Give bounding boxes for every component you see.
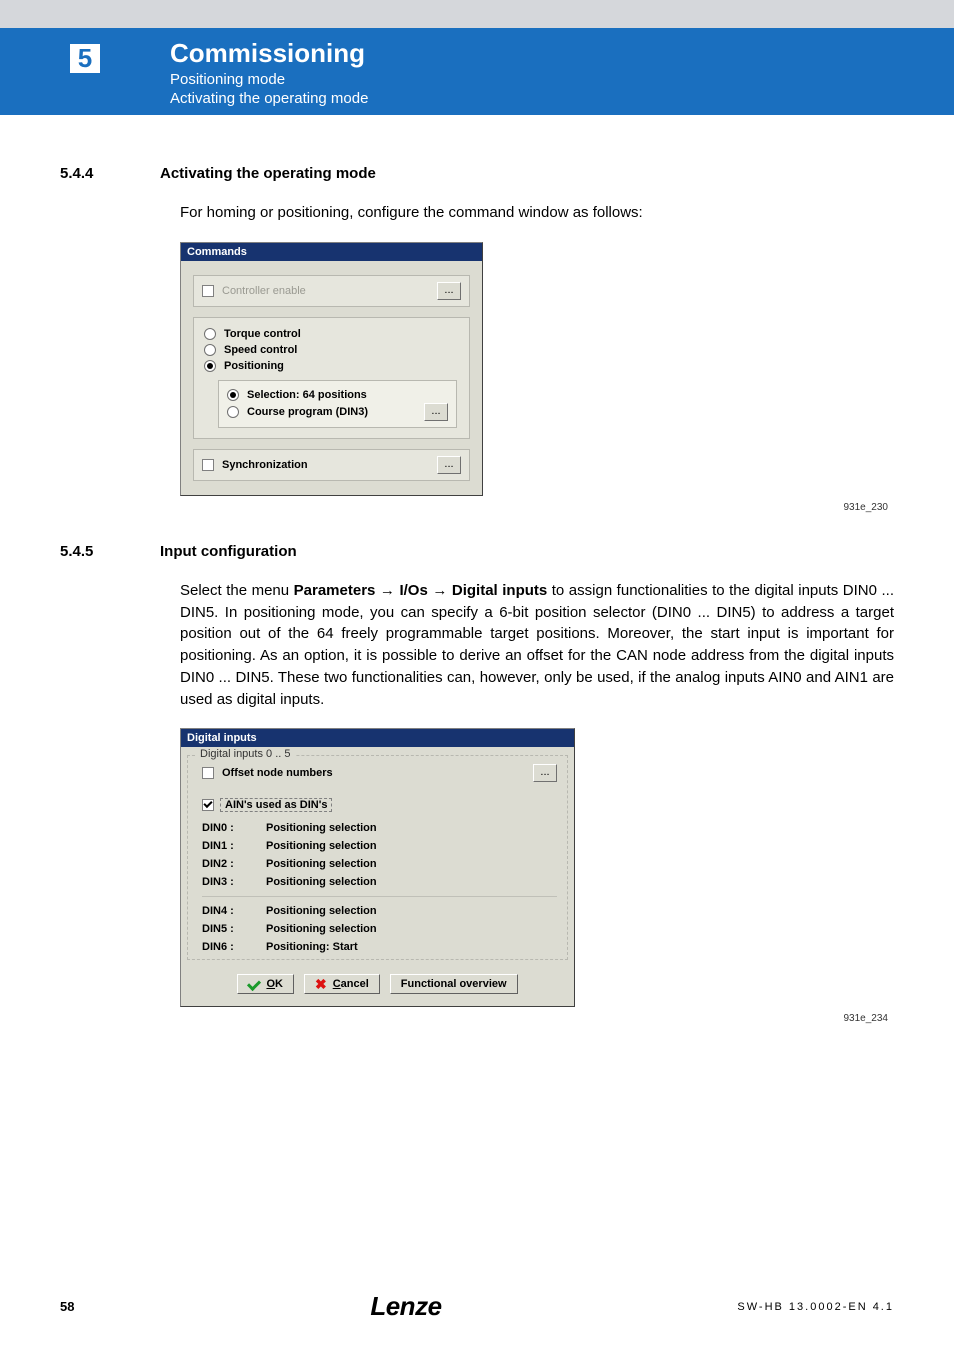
controller-enable-label: Controller enable	[222, 285, 437, 297]
digital-inputs-window: Digital inputs Digital inputs 0 .. 5 Off…	[180, 728, 575, 1007]
din-key: DIN0 :	[202, 822, 258, 834]
din-value: Positioning selection	[266, 876, 557, 888]
din-value: Positioning selection	[266, 923, 557, 935]
offset-checkbox[interactable]	[202, 767, 214, 779]
offset-label: Offset node numbers	[222, 767, 333, 779]
dialog-button-bar: OK ✖Cancel Functional overview	[181, 964, 574, 1006]
mode-option-group: Torque control Speed control Positioning…	[193, 317, 470, 439]
ain-checkbox[interactable]	[202, 799, 214, 811]
chapter-subtitle-1: Positioning mode	[170, 71, 368, 88]
controller-enable-more-button[interactable]: ...	[437, 282, 461, 300]
section-heading-2: 5.4.5 Input configuration	[60, 543, 894, 560]
positioning-radio[interactable]	[204, 360, 216, 372]
section-heading: 5.4.4 Activating the operating mode	[60, 165, 894, 182]
din-key: DIN6 :	[202, 941, 258, 953]
cancel-button[interactable]: ✖Cancel	[304, 974, 380, 994]
chapter-header: 5 Commissioning Positioning mode Activat…	[0, 28, 954, 115]
section-title-2: Input configuration	[160, 543, 297, 560]
positioning-sub-options: Selection: 64 positions Course program (…	[218, 380, 457, 428]
digital-inputs-titlebar: Digital inputs	[181, 729, 574, 747]
functional-overview-button[interactable]: Functional overview	[390, 974, 518, 994]
ain-label: AIN's used as DIN's	[220, 798, 332, 812]
controller-enable-row: Controller enable ...	[193, 275, 470, 307]
course-label: Course program (DIN3)	[247, 406, 368, 418]
din-key: DIN3 :	[202, 876, 258, 888]
positioning-label: Positioning	[224, 360, 284, 372]
page-footer: 58 Lenze SW-HB 13.0002-EN 4.1	[0, 1291, 954, 1322]
din-value: Positioning selection	[266, 840, 557, 852]
fieldset-label: Digital inputs 0 .. 5	[196, 748, 295, 760]
din-key: DIN5 :	[202, 923, 258, 935]
din-value: Positioning selection	[266, 822, 557, 834]
chapter-number-badge: 5	[68, 42, 102, 75]
din-key: DIN1 :	[202, 840, 258, 852]
din-value: Positioning selection	[266, 905, 557, 917]
sync-checkbox[interactable]	[202, 459, 214, 471]
din-value: Positioning selection	[266, 858, 557, 870]
close-icon: ✖	[315, 979, 327, 989]
section-number-2: 5.4.5	[60, 543, 160, 560]
chapter-subtitle-2: Activating the operating mode	[170, 90, 368, 107]
din-key: DIN4 :	[202, 905, 258, 917]
commands-titlebar: Commands	[181, 243, 482, 261]
figure-id-2: 931e_234	[60, 1013, 894, 1024]
section-number: 5.4.4	[60, 165, 160, 182]
offset-more-button[interactable]: ...	[533, 764, 557, 782]
brand-logo: Lenze	[370, 1291, 441, 1322]
speed-radio[interactable]	[204, 344, 216, 356]
sync-more-button[interactable]: ...	[437, 456, 461, 474]
page-number: 58	[60, 1299, 74, 1314]
section-body-text: Select the menu Parameters → I/Os → Digi…	[180, 580, 894, 711]
digital-inputs-fieldset: Digital inputs 0 .. 5 Offset node number…	[187, 755, 568, 960]
torque-label: Torque control	[224, 328, 301, 340]
course-radio[interactable]	[227, 406, 239, 418]
din-key: DIN2 :	[202, 858, 258, 870]
din-value: Positioning: Start	[266, 941, 557, 953]
sel64-label: Selection: 64 positions	[247, 389, 367, 401]
speed-label: Speed control	[224, 344, 297, 356]
din-list-lower: DIN4 : Positioning selection DIN5 : Positio…	[202, 896, 557, 953]
page-top-margin	[0, 0, 954, 28]
section-title: Activating the operating mode	[160, 165, 376, 182]
document-id: SW-HB 13.0002-EN 4.1	[737, 1301, 894, 1313]
figure-id-1: 931e_230	[60, 502, 894, 513]
ok-button[interactable]: OK	[237, 974, 294, 994]
chapter-title: Commissioning	[170, 38, 368, 69]
controller-enable-checkbox[interactable]	[202, 285, 214, 297]
sel64-radio[interactable]	[227, 389, 239, 401]
synchronization-row: Synchronization ...	[193, 449, 470, 481]
din-list-upper: DIN0 : Positioning selection DIN1 : Positio…	[202, 822, 557, 888]
course-more-button[interactable]: ...	[424, 403, 448, 421]
commands-window: Commands Controller enable ... Torque co…	[180, 242, 483, 496]
check-icon	[247, 977, 261, 991]
section-lead-text: For homing or positioning, configure the…	[180, 202, 894, 224]
torque-radio[interactable]	[204, 328, 216, 340]
sync-label: Synchronization	[222, 459, 308, 471]
